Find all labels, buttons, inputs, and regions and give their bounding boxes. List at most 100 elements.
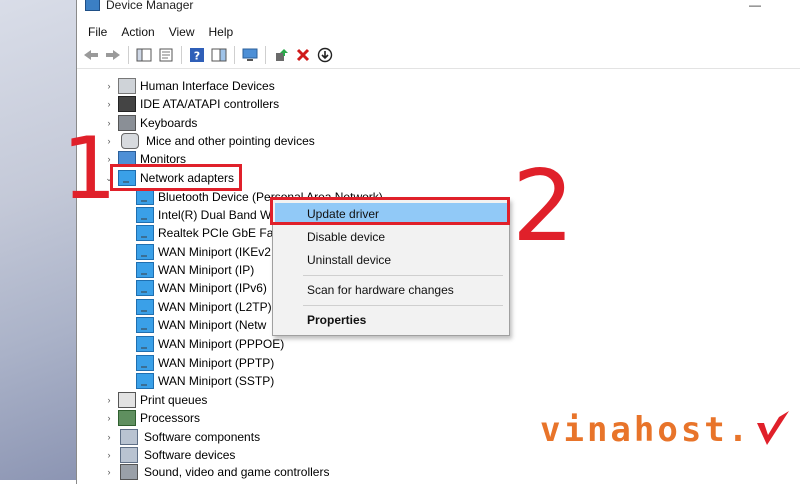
- menu-view[interactable]: View: [162, 25, 202, 39]
- update-driver-icon[interactable]: [271, 46, 290, 65]
- network-adapter-icon: [136, 299, 154, 315]
- expand-chevron-icon[interactable]: ›: [102, 413, 116, 423]
- device-manager-icon: [85, 0, 100, 11]
- properties-icon[interactable]: [156, 46, 175, 65]
- window-title: Device Manager: [106, 0, 194, 12]
- desktop-wallpaper-strip: [0, 0, 76, 480]
- uninstall-icon[interactable]: [293, 46, 312, 65]
- menu-item-scan-hardware[interactable]: Scan for hardware changes: [275, 279, 507, 301]
- tree-item-label: Print queues: [140, 393, 208, 407]
- software-component-icon: [120, 429, 138, 445]
- show-hide-console-tree-icon[interactable]: [134, 46, 153, 65]
- back-icon[interactable]: [81, 46, 100, 65]
- tree-child-realtek-gbe[interactable]: Realtek PCIe GbE Fam: [136, 224, 283, 242]
- sound-icon: [120, 464, 138, 480]
- tree-item-label: Software devices: [144, 448, 236, 462]
- network-adapter-icon: [136, 207, 154, 223]
- help-icon[interactable]: ?: [187, 46, 206, 65]
- software-device-icon: [120, 447, 138, 463]
- toolbar-separator: [128, 46, 129, 64]
- ide-controller-icon: [118, 96, 136, 112]
- tree-child-wan-ipv6[interactable]: WAN Miniport (IPv6): [136, 279, 267, 297]
- tree-child-wan-pptp[interactable]: WAN Miniport (PPTP): [136, 354, 274, 372]
- tree-child-wan-ip[interactable]: WAN Miniport (IP): [136, 261, 254, 279]
- tree-item-label: WAN Miniport (IP): [158, 263, 255, 277]
- network-adapter-icon: [136, 336, 154, 352]
- tree-item-sound-controllers[interactable]: › Sound, video and game controllers: [102, 464, 329, 480]
- tree-item-mice[interactable]: › Mice and other pointing devices: [102, 132, 315, 150]
- tree-child-wan-sstp[interactable]: WAN Miniport (SSTP): [136, 372, 274, 390]
- tree-child-wan-ikev2[interactable]: WAN Miniport (IKEv2: [136, 243, 271, 261]
- menu-help[interactable]: Help: [202, 25, 241, 39]
- toolbar-separator: [265, 46, 266, 64]
- tree-child-wan-l2tp[interactable]: WAN Miniport (L2TP): [136, 298, 272, 316]
- scan-hardware-icon[interactable]: [240, 46, 259, 65]
- tree-item-human-interface-devices[interactable]: › Human Interface Devices: [102, 77, 275, 95]
- menu-divider: [303, 275, 503, 276]
- tree-item-label: Realtek PCIe GbE Fam: [158, 226, 284, 240]
- menu-action[interactable]: Action: [114, 25, 161, 39]
- processor-icon: [118, 410, 136, 426]
- menu-item-uninstall-device[interactable]: Uninstall device: [275, 249, 507, 271]
- title-bar: Device Manager —: [77, 0, 800, 14]
- tree-item-label: Mice and other pointing devices: [146, 134, 315, 148]
- tree-item-label: IDE ATA/ATAPI controllers: [140, 97, 280, 111]
- brand-text: vinahost.: [540, 410, 752, 450]
- menu-bar: File Action View Help: [77, 22, 800, 42]
- mouse-icon: [121, 133, 139, 149]
- forward-icon[interactable]: [103, 46, 122, 65]
- tree-item-software-components[interactable]: › Software components: [102, 428, 260, 446]
- tree-item-label: Processors: [140, 411, 201, 425]
- toolbar-separator: [181, 46, 182, 64]
- printer-icon: [118, 392, 136, 408]
- tree-child-wan-network-monitor[interactable]: WAN Miniport (Netw: [136, 316, 266, 334]
- tree-child-wan-pppoe[interactable]: WAN Miniport (PPPOE): [136, 335, 284, 353]
- svg-text:?: ?: [193, 50, 199, 63]
- network-adapter-icon: [136, 189, 154, 205]
- minimize-button[interactable]: —: [749, 0, 761, 12]
- callout-box-update-driver: [270, 197, 510, 225]
- toolbar: ?: [77, 42, 800, 69]
- tree-item-label: WAN Miniport (IPv6): [158, 281, 267, 295]
- tree-item-ide-controllers[interactable]: › IDE ATA/ATAPI controllers: [102, 95, 279, 113]
- brand-check-icon: [755, 409, 791, 452]
- expand-chevron-icon[interactable]: ›: [102, 467, 116, 477]
- expand-chevron-icon[interactable]: ›: [102, 450, 116, 460]
- hid-icon: [118, 78, 136, 94]
- download-icon[interactable]: [315, 46, 334, 65]
- step-number-1: 1: [62, 119, 117, 219]
- network-adapter-icon: [136, 355, 154, 371]
- tree-item-label: WAN Miniport (PPTP): [158, 356, 275, 370]
- tree-item-label: WAN Miniport (IKEv2: [158, 245, 271, 259]
- expand-chevron-icon[interactable]: ›: [102, 81, 116, 91]
- tree-item-label: Software components: [144, 430, 261, 444]
- tree-item-label: Human Interface Devices: [140, 79, 275, 93]
- network-adapter-icon: [136, 244, 154, 260]
- tree-item-label: WAN Miniport (PPPOE): [158, 337, 285, 351]
- tree-item-print-queues[interactable]: › Print queues: [102, 391, 207, 409]
- vinahost-watermark: vinahost.: [540, 400, 791, 460]
- tree-item-software-devices[interactable]: › Software devices: [102, 446, 235, 464]
- menu-item-properties[interactable]: Properties: [275, 309, 507, 331]
- tree-child-intel-dual-band[interactable]: Intel(R) Dual Band W: [136, 206, 271, 224]
- network-adapter-icon: [136, 262, 154, 278]
- toolbar-separator: [234, 46, 235, 64]
- tree-item-label: Keyboards: [140, 116, 198, 130]
- tree-item-processors[interactable]: › Processors: [102, 409, 200, 427]
- network-adapter-icon: [136, 373, 154, 389]
- network-adapter-icon: [136, 317, 154, 333]
- callout-box-network-adapters: [110, 164, 242, 191]
- tree-item-label: Intel(R) Dual Band W: [158, 208, 272, 222]
- keyboard-icon: [118, 115, 136, 131]
- menu-item-disable-device[interactable]: Disable device: [275, 226, 507, 248]
- action-pane-icon[interactable]: [209, 46, 228, 65]
- expand-chevron-icon[interactable]: ›: [102, 432, 116, 442]
- expand-chevron-icon[interactable]: ›: [102, 99, 116, 109]
- network-adapter-icon: [136, 225, 154, 241]
- expand-chevron-icon[interactable]: ›: [102, 395, 116, 405]
- step-number-2: 2: [512, 150, 575, 264]
- tree-item-label: WAN Miniport (L2TP): [158, 300, 272, 314]
- menu-file[interactable]: File: [81, 25, 114, 39]
- network-adapter-icon: [136, 280, 154, 296]
- tree-item-label: WAN Miniport (SSTP): [158, 374, 275, 388]
